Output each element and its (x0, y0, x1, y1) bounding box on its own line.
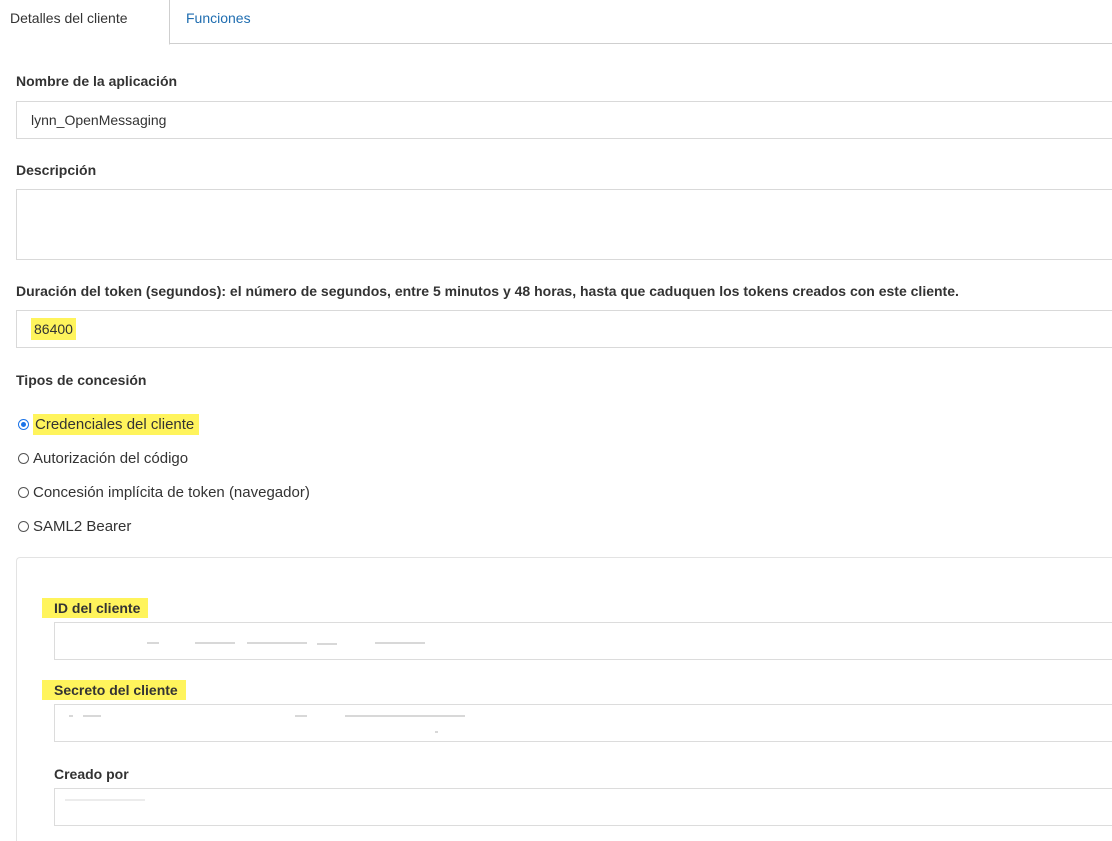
radio-unselected-icon[interactable] (18, 452, 29, 464)
radio-selected-icon[interactable] (18, 418, 29, 430)
app-name-value: lynn_OpenMessaging (31, 112, 167, 128)
app-name-input[interactable]: lynn_OpenMessaging (16, 101, 1112, 139)
radio-unselected-icon[interactable] (18, 486, 29, 498)
token-duration-input[interactable]: 86400 (16, 310, 1112, 348)
grant-type-saml2-bearer[interactable]: SAML2 Bearer (18, 515, 131, 537)
app-name-label: Nombre de la aplicación (16, 73, 178, 89)
token-duration-value: 86400 (31, 318, 76, 340)
tab-bar: Detalles del cliente Funciones (0, 0, 1112, 45)
grant-type-label: Credenciales del cliente (33, 413, 200, 435)
grant-type-label: SAML2 Bearer (33, 517, 132, 535)
client-secret-field[interactable] (54, 704, 1112, 742)
token-duration-label: Duración del token (segundos): el número… (16, 283, 959, 299)
grant-type-label: Autorización del código (33, 449, 189, 467)
grant-types-label: Tipos de concesión (16, 372, 147, 388)
created-by-field[interactable] (54, 788, 1112, 826)
tab-roles[interactable]: Funciones (176, 0, 261, 44)
client-secret-label: Secreto del cliente (42, 680, 186, 700)
grant-type-implicit[interactable]: Concesión implícita de token (navegador) (18, 481, 310, 503)
grant-type-client-credentials[interactable]: Credenciales del cliente (18, 413, 200, 435)
grant-type-authorization-code[interactable]: Autorización del código (18, 447, 188, 469)
description-label: Descripción (16, 162, 97, 178)
tab-client-details[interactable]: Detalles del cliente (0, 0, 170, 45)
description-textarea[interactable] (16, 189, 1112, 260)
client-details-page: Detalles del cliente Funciones Nombre de… (0, 0, 1112, 841)
radio-unselected-icon[interactable] (18, 520, 29, 532)
client-id-field[interactable] (54, 622, 1112, 660)
grant-type-label: Concesión implícita de token (navegador) (33, 483, 310, 501)
created-by-label: Creado por (54, 766, 129, 782)
client-id-label: ID del cliente (42, 598, 149, 618)
